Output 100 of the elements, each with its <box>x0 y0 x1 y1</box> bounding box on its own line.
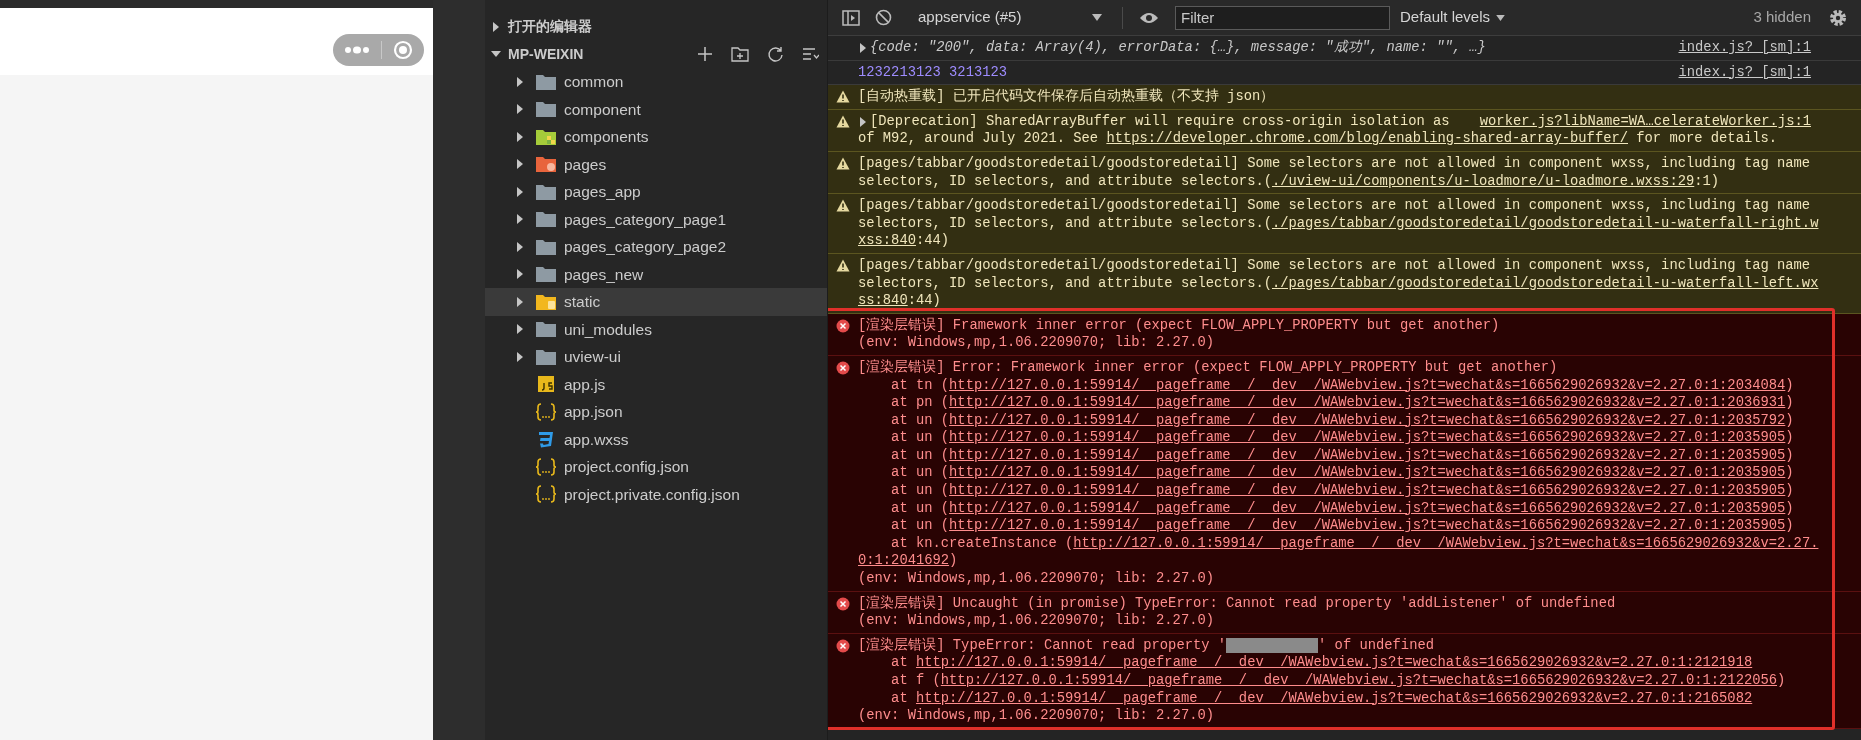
expand-arrow-icon[interactable] <box>515 269 525 280</box>
log-link[interactable]: http://127.0.0.1:59914/__pageframe__/__dev__/WAWebview.js?t=wechat&s=1665629026932&v=2.27.0:1:2035905 <box>949 447 1786 463</box>
warning-icon <box>836 258 850 272</box>
log-link[interactable]: ./pages/tabbar/goodstoredetail/goodstoredetail-u-waterfall-left.wx <box>1272 275 1819 291</box>
sidebar-toggle-icon[interactable] <box>842 9 860 26</box>
expand-arrow-icon[interactable] <box>515 159 525 170</box>
tree-item-label: components <box>564 127 649 148</box>
folder-icon <box>535 155 557 174</box>
log-link[interactable]: http://127.0.0.1:59914/__pageframe__/__dev__/WAWebview.js?t=wechat&s=1665629026932&v=2.27.0:1:2035905 <box>949 430 1786 446</box>
log-line: ss:840:44) <box>858 292 941 310</box>
tree-item-label: app.js <box>564 374 606 395</box>
log-link[interactable]: http://127.0.0.1:59914/__pageframe__/__dev__/WAWebview.js?t=wechat&s=1665629026932&v=2.27.0:1:2035792 <box>949 412 1786 428</box>
tree-section-header[interactable]: 打开的编辑器 <box>485 13 827 41</box>
tree-item[interactable]: components <box>485 123 827 151</box>
tree-item[interactable]: project.private.config.json <box>485 480 827 508</box>
context-dropdown[interactable]: appservice (#5) <box>918 6 1108 29</box>
settings-icon[interactable] <box>1829 8 1847 27</box>
log-line: [pages/tabbar/goodstoredetail/goodstoredetail] Some selectors are not allowed in component wxss, including tag name <box>858 154 1811 173</box>
tree-item-label: uview-ui <box>564 347 621 368</box>
log-link[interactable]: http://127.0.0.1:59914/__pageframe__/__dev__/WAWebview.js?t=wechat&s=1665629026932&v=2.27.0:1:2034084 <box>949 377 1786 393</box>
log-line: (env: Windows,mp,1.06.2209070; lib: 2.27.0) <box>858 612 1215 630</box>
tree-item-label: pages_category_page1 <box>564 209 727 230</box>
log-link[interactable]: http://127.0.0.1:59914/__pageframe__/__dev__/WAWebview.js?t=wechat&s=1665629026932&v=2.27.0:1:2035905 <box>949 500 1786 516</box>
braces-icon <box>535 402 557 421</box>
tree-item[interactable]: common <box>485 68 827 96</box>
log-link[interactable]: http://127.0.0.1:59914/__pageframe__/__dev__/WAWebview.js?t=wechat&s=1665629026932&v=2.27.0:1:2165082 <box>915 690 1753 706</box>
log-link[interactable]: http://127.0.0.1:59914/__pageframe__/__dev__/WAWebview.js?t=wechat&s=1665629026932&v=2.27.0:1:2035905 <box>949 483 1786 499</box>
expand-arrow-icon[interactable] <box>858 42 868 53</box>
new-folder-icon[interactable] <box>731 46 749 63</box>
collapse-all-icon[interactable] <box>802 46 819 62</box>
log-link[interactable]: http://127.0.0.1:59914/__pageframe__/__dev__/WAWebview.js?t=wechat&s=1665629026932&v=2.27.0:1:2035905 <box>949 465 1786 481</box>
log-line: at kn.createInstance (http://127.0.0.1:59914/__pageframe__/__dev__/WAWebview.js?t=wechat&s=1665629026932&v=2.27. <box>890 534 1819 553</box>
log-line: (env: Windows,mp,1.06.2209070; lib: 2.27.0) <box>858 707 1215 725</box>
tree-section-header[interactable]: MP-WEIXIN <box>485 40 827 68</box>
source-link[interactable]: worker.js?libName=WA…celerateWorker.js:1 <box>1479 112 1811 131</box>
tree-item[interactable]: pages_app <box>485 178 827 206</box>
tree-item-label: pages_new <box>564 264 644 285</box>
tree-item[interactable]: pages_category_page1 <box>485 205 827 233</box>
tree-item[interactable]: project.config.json <box>485 453 827 481</box>
log-link[interactable]: http://127.0.0.1:59914/__pageframe__/__dev__/WAWebview.js?t=wechat&s=1665629026932&v=2.27.0:1:2122056 <box>940 673 1778 688</box>
folder-icon <box>535 182 557 201</box>
tree-item[interactable]: uview-ui <box>485 343 827 371</box>
tree-item[interactable]: pages <box>485 150 827 178</box>
log-link[interactable]: ss:840 <box>858 293 908 309</box>
expand-arrow-icon[interactable] <box>515 241 525 252</box>
log-link[interactable]: 0:1:2041692 <box>858 553 950 569</box>
tree-item[interactable]: component <box>485 95 827 123</box>
clear-console-icon[interactable] <box>875 9 892 26</box>
tree-item-label: pages_category_page2 <box>564 237 727 258</box>
tree-item-label: project.private.config.json <box>564 484 740 505</box>
warning-icon <box>836 199 850 213</box>
warning-icon <box>836 90 850 104</box>
source-link[interactable]: index.js? [sm]:1 <box>1678 39 1811 57</box>
folder-icon <box>535 100 557 119</box>
error-icon <box>836 596 850 611</box>
expand-arrow-icon[interactable] <box>515 131 525 142</box>
expand-arrow-icon[interactable] <box>858 116 868 127</box>
tree-item[interactable]: static <box>485 288 827 316</box>
expand-arrow-icon[interactable] <box>515 76 525 87</box>
log-link[interactable]: http://127.0.0.1:59914/__pageframe__/__dev__/WAWebview.js?t=wechat&s=1665629026932&v=2.27.0:1:2121918 <box>915 655 1753 671</box>
log-line: at un (http://127.0.0.1:59914/__pageframe__/__dev__/WAWebview.js?t=wechat&s=1665629026932&v=2.27.0:1:2035905) <box>890 499 1794 518</box>
folder-icon <box>535 127 557 146</box>
filter-field[interactable]: Filter <box>1175 5 1390 30</box>
tree-item-label: component <box>564 99 641 120</box>
tree-item-label: app.wxss <box>564 429 629 450</box>
expand-arrow-icon[interactable] <box>515 186 525 197</box>
log-line: at un (http://127.0.0.1:59914/__pageframe__/__dev__/WAWebview.js?t=wechat&s=1665629026932&v=2.27.0:1:2035905) <box>890 464 1794 483</box>
expand-arrow-icon[interactable] <box>491 21 501 32</box>
expand-arrow-icon[interactable] <box>515 104 525 115</box>
log-line: at un (http://127.0.0.1:59914/__pageframe__/__dev__/WAWebview.js?t=wechat&s=1665629026932&v=2.27.0:1:2035905) <box>890 446 1794 465</box>
log-link[interactable]: http://127.0.0.1:59914/__pageframe__/__dev__/WAWebview.js?t=wechat&s=1665629026932&v=2.27.0:1:2035905 <box>949 518 1786 534</box>
levels-dropdown[interactable]: Default levels <box>1400 6 1506 29</box>
expand-arrow-icon[interactable] <box>515 351 525 362</box>
log-link[interactable]: http://127.0.0.1:59914/__pageframe__/__dev__/WAWebview.js?t=wechat&s=1665629026932&v=2.27. <box>1073 535 1819 551</box>
folder-icon <box>535 292 557 311</box>
log-link[interactable]: https://developer.chrome.com/blog/enabling-shared-array-buffer/ <box>1106 131 1628 147</box>
log-line: at http://127.0.0.1:59914/__pageframe__/__dev__/WAWebview.js?t=wechat&s=1665629026932&v=2.27.0:1:2121918 <box>890 654 1753 672</box>
expand-arrow-icon[interactable] <box>515 214 525 225</box>
refresh-icon[interactable] <box>767 45 784 63</box>
tree-item[interactable]: app.js <box>485 370 827 398</box>
log-link[interactable]: http://127.0.0.1:59914/__pageframe__/__dev__/WAWebview.js?t=wechat&s=1665629026932&v=2.27.0:1:2036931 <box>949 395 1786 411</box>
log-link[interactable]: ./uview-ui/components/u-loadmore/u-loadmore.wxss:29 <box>1272 173 1695 189</box>
tree-item[interactable]: app.wxss <box>485 425 827 453</box>
expand-arrow-icon[interactable] <box>515 296 525 307</box>
log-link[interactable]: xss:840 <box>858 233 916 249</box>
log-link[interactable]: ./pages/tabbar/goodstoredetail/goodstoredetail-u-waterfall-right.w <box>1272 215 1819 231</box>
tree-item-label: project.config.json <box>564 457 689 478</box>
script-file-icon <box>536 375 556 394</box>
expand-arrow-icon[interactable] <box>515 324 525 335</box>
new-file-icon[interactable] <box>697 46 713 63</box>
log-line: 1232213123 3213123 <box>858 63 1008 82</box>
caret-icon <box>1496 14 1506 21</box>
tree-item[interactable]: app.json <box>485 398 827 426</box>
tree-item[interactable]: pages_category_page2 <box>485 233 827 261</box>
tree-item[interactable]: uni_modules <box>485 315 827 343</box>
tree-item-label: app.json <box>564 402 623 423</box>
eye-icon[interactable] <box>1139 11 1159 24</box>
log-line: at un (http://127.0.0.1:59914/__pageframe__/__dev__/WAWebview.js?t=wechat&s=1665629026932&v=2.27.0:1:2035792) <box>890 411 1794 430</box>
source-link[interactable]: index.js? [sm]:1 <box>1678 63 1811 82</box>
tree-item[interactable]: pages_new <box>485 260 827 288</box>
